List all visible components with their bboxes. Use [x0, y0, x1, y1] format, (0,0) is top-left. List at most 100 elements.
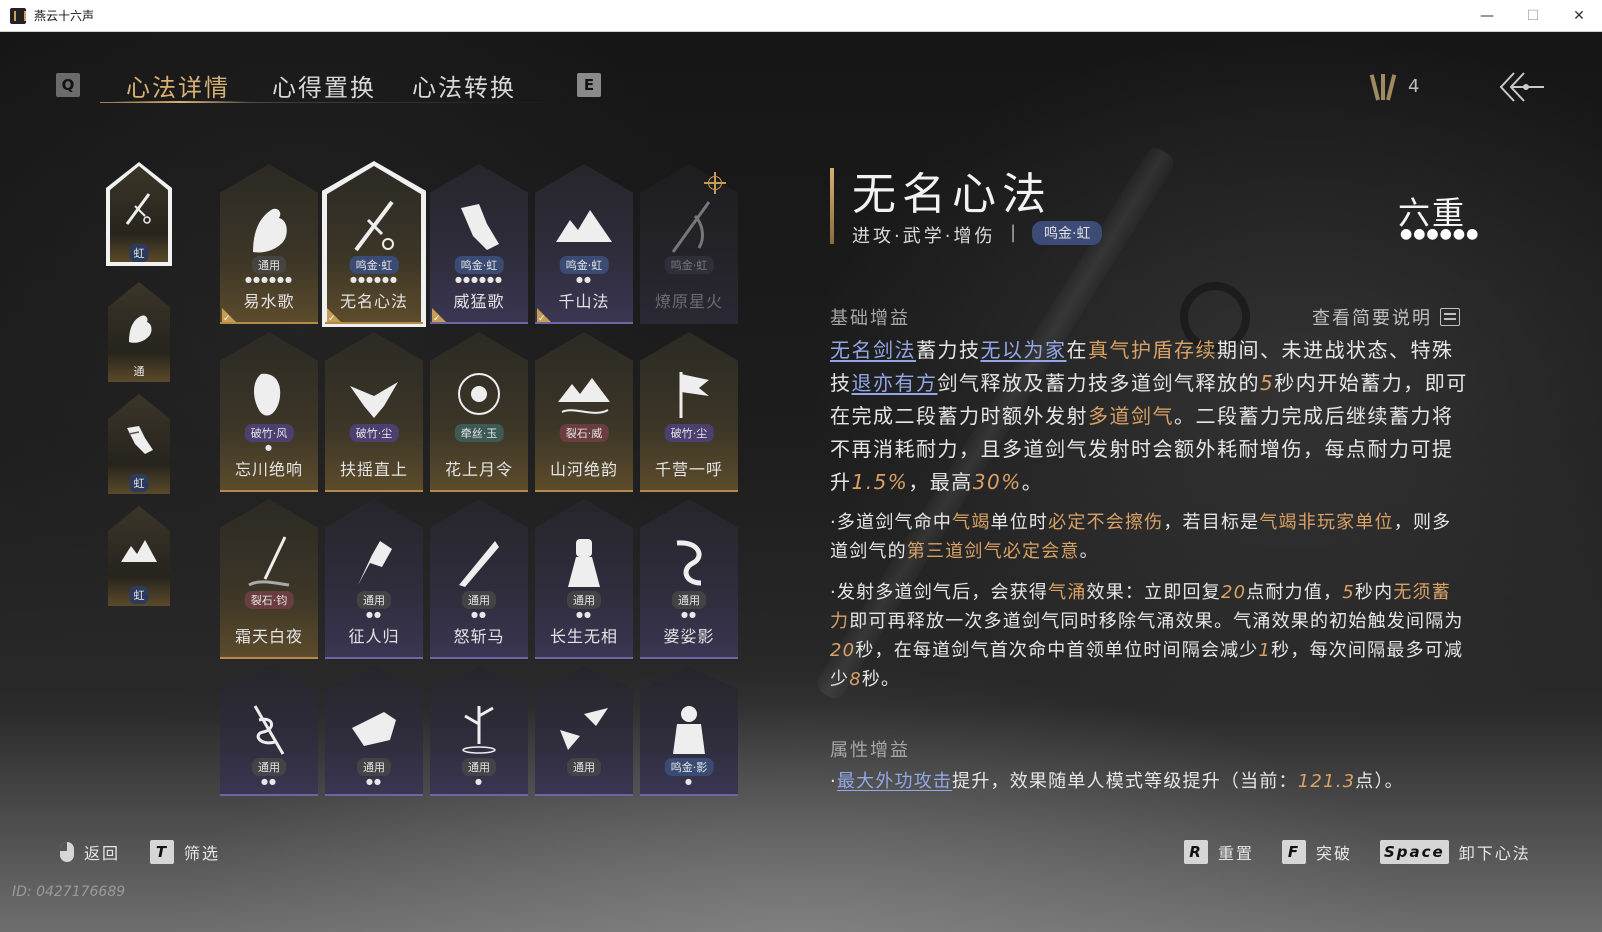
saber-icon — [459, 541, 499, 587]
skill-card[interactable]: 通用 ●●●●●● 易水歌 — [220, 164, 318, 324]
skill-card[interactable]: 鸣金·虹 ●●●●●● 无名心法 — [322, 161, 426, 327]
bonus-bullet-2: ·发射多道剑气后，会获得气涌效果：立即回复20点耐力值，5秒内无须蓄力即可再释放… — [830, 578, 1470, 694]
text-segment: ，最高 — [908, 470, 973, 494]
card-rank-dots: ●● — [366, 610, 382, 619]
card-school-tag: 通用 — [567, 591, 601, 609]
card-name: 怒斩马 — [453, 627, 505, 646]
mountain-icon — [121, 540, 157, 562]
skill-card[interactable]: 鸣金·虹 ●●●●●● 威猛歌 — [430, 164, 528, 324]
tab-next-key[interactable]: E — [577, 73, 601, 97]
arrow-bundle-icon — [1369, 72, 1397, 101]
skill-card[interactable]: 通用 ●● 怒斩马 — [430, 499, 528, 659]
tab-prev-key[interactable]: Q — [56, 73, 80, 97]
breakthrough-action[interactable]: F 突破 — [1282, 840, 1352, 864]
subtitle-separator: | — [1010, 222, 1017, 243]
keyword-link[interactable]: 无名剑法 — [830, 338, 916, 362]
card-school-tag: 破竹·尘 — [664, 424, 714, 442]
reset-key: R — [1184, 840, 1208, 864]
skill-card[interactable]: 裂石·威 山河绝韵 — [535, 332, 633, 492]
armor-icon — [673, 706, 705, 754]
skill-card[interactable]: 通用 ● — [430, 666, 528, 796]
card-school-tag: 通用 — [252, 758, 286, 776]
card-rank-dots: ●● — [576, 610, 592, 619]
text-segment: · — [830, 771, 837, 792]
skill-card[interactable]: 鸣金·虹 ●● 千山法 — [535, 164, 633, 324]
skill-card[interactable]: 通用 ●● 征人归 — [325, 499, 423, 659]
keyword-link[interactable]: 退亦有方 — [852, 371, 938, 395]
card-rank-dots: ●●●●●● — [245, 275, 293, 284]
card-school-tag: 通用 — [357, 758, 391, 776]
highlight-text: 121.3 — [1297, 771, 1356, 792]
minimize-button[interactable]: — — [1464, 0, 1510, 32]
skill-card[interactable]: 通用 ●● — [325, 666, 423, 796]
maximize-button[interactable]: ☐ — [1510, 0, 1556, 32]
tab-insight-swap[interactable]: 心得置换 — [272, 68, 376, 103]
basic-bonus-header: 基础增益 — [830, 308, 910, 329]
skill-card[interactable]: 通用 ●● 婆娑影 — [640, 499, 738, 659]
back-arrow-icon[interactable] — [1498, 70, 1546, 104]
skill-card[interactable]: 通用 ●● — [220, 666, 318, 796]
card-rank-dots: ● — [685, 777, 693, 786]
breakthrough-label: 突破 — [1316, 844, 1353, 863]
card-school-tag: 通用 — [567, 758, 601, 776]
card-school-tag: 通用 — [252, 256, 286, 274]
filter-action[interactable]: T 筛选 — [150, 840, 220, 864]
text-segment: 点耐力值， — [1246, 582, 1343, 603]
keyword-link[interactable]: 最大外功攻击 — [837, 771, 952, 792]
card-name: 花上月令 — [444, 460, 513, 479]
highlight-text: 20 — [830, 640, 856, 661]
highlight-text: 气涌 — [1048, 582, 1087, 603]
keyword-link[interactable]: 无以为家 — [981, 338, 1067, 362]
filter-label: 筛选 — [184, 844, 221, 863]
card-name: 婆娑影 — [663, 627, 715, 646]
skill-card[interactable]: 裂石·钧 霜天白夜 — [220, 499, 318, 659]
skill-card[interactable]: 通用 — [535, 666, 633, 796]
window-titlebar: 燕云十六声 — ☐ ✕ — [0, 0, 1602, 32]
equipped-badge: 虹 — [129, 586, 149, 604]
skill-card[interactable]: 鸣金·影 ● — [640, 666, 738, 796]
mouse-icon — [60, 842, 74, 862]
equipped-slot-3[interactable]: 虹 — [108, 394, 170, 494]
card-school-tag: 破竹·风 — [244, 424, 294, 442]
card-name: 山河绝韵 — [549, 460, 618, 479]
tab-skill-convert[interactable]: 心法转换 — [412, 68, 516, 103]
card-name: 千山法 — [558, 292, 610, 311]
card-name: 易水歌 — [243, 292, 295, 311]
bamboo-icon — [462, 706, 496, 754]
card-school-tag: 通用 — [357, 591, 391, 609]
reset-label: 重置 — [1218, 844, 1255, 863]
card-name: 征人归 — [348, 627, 400, 646]
equipped-slot-2[interactable]: 通 — [108, 282, 170, 382]
skill-card[interactable]: 鸣金·虹 燎原星火 — [640, 164, 738, 324]
currency-value: 4 — [1408, 75, 1420, 97]
skill-card[interactable]: 破竹·尘 千营一呼 — [640, 332, 738, 492]
skill-card[interactable]: 通用 ●● 长生无相 — [535, 499, 633, 659]
attribute-bonus-header: 属性增益 — [830, 740, 910, 761]
card-school-tag: 裂石·钧 — [244, 591, 294, 609]
card-rank-dots: ●● — [471, 610, 487, 619]
unequip-key: Space — [1380, 840, 1449, 864]
text-segment: ，若目标是 — [1163, 512, 1260, 533]
card-name: 无名心法 — [339, 292, 408, 311]
fist-icon — [127, 426, 153, 454]
tab-skill-details[interactable]: 心法详情 — [126, 68, 230, 103]
equipped-slot-4[interactable]: 虹 — [108, 506, 170, 606]
swallows-icon — [560, 708, 608, 750]
equipped-slot-1[interactable]: 虹 — [106, 162, 172, 266]
back-action[interactable]: 返回 — [60, 840, 120, 864]
horse-icon — [253, 208, 287, 253]
reset-action[interactable]: R 重置 — [1184, 840, 1254, 864]
card-school-tag: 通用 — [462, 758, 496, 776]
equipped-badge: 通 — [133, 365, 145, 378]
close-button[interactable]: ✕ — [1556, 0, 1602, 32]
skill-card[interactable]: 破竹·尘 扶摇直上 — [325, 332, 423, 492]
unequip-action[interactable]: Space 卸下心法 — [1380, 840, 1531, 864]
skill-card[interactable]: 牵丝·玉 花上月令 — [430, 332, 528, 492]
highlight-text: 真气护盾存续 — [1088, 338, 1217, 362]
horse-icon — [129, 315, 152, 343]
card-rank-dots: ● — [265, 443, 273, 452]
view-brief-description-button[interactable]: 查看简要说明 — [1312, 304, 1460, 330]
equipped-badge: 虹 — [129, 474, 149, 492]
skill-card[interactable]: 破竹·风 ● 忘川绝响 — [220, 332, 318, 492]
back-label: 返回 — [84, 844, 121, 863]
